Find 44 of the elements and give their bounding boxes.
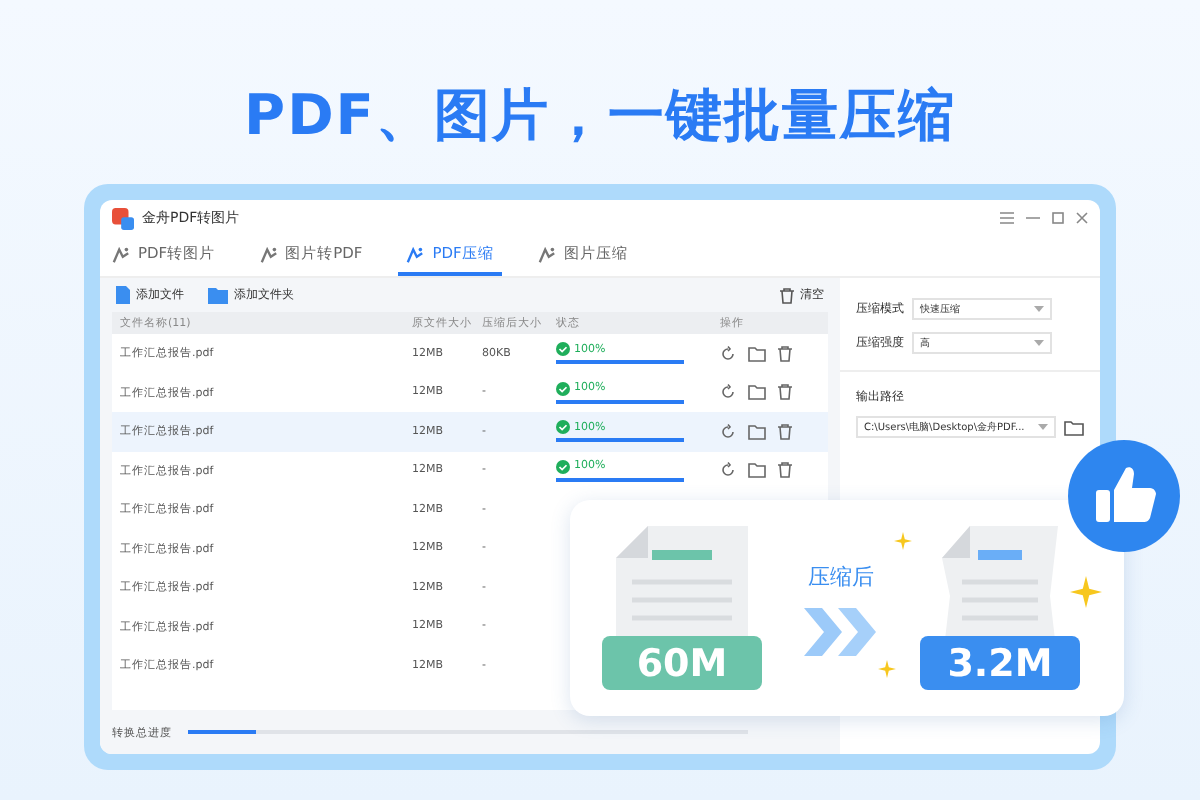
refresh-icon[interactable]: [720, 423, 736, 440]
after-label: 压缩后: [808, 561, 874, 591]
menu-icon[interactable]: [1000, 212, 1014, 224]
trash-icon: [780, 287, 794, 303]
folder-icon: [208, 287, 228, 303]
check-icon: [556, 381, 570, 396]
progress-bar: [556, 477, 684, 482]
refresh-icon[interactable]: [720, 462, 736, 479]
delete-icon[interactable]: [778, 462, 792, 479]
caret-icon: [1034, 340, 1044, 346]
folder-icon[interactable]: [748, 462, 766, 479]
zigzag-icon: [112, 245, 130, 263]
check-icon: [556, 342, 570, 357]
sparkle-icon: [1070, 576, 1102, 608]
size-label: 60M: [602, 636, 762, 690]
progress-bar: [556, 438, 684, 443]
sparkle-icon: [894, 532, 912, 550]
refresh-icon[interactable]: [720, 345, 736, 362]
folder-icon[interactable]: [748, 423, 766, 440]
zigzag-icon: [537, 245, 556, 263]
zigzag-icon: [259, 245, 278, 263]
double-chevron-icon: [803, 607, 879, 655]
close-icon[interactable]: [1076, 212, 1088, 224]
delete-icon[interactable]: [778, 384, 792, 401]
size-label: 3.2M: [920, 636, 1080, 690]
file-icon: [116, 286, 130, 304]
folder-icon[interactable]: [748, 345, 766, 362]
check-icon: [556, 420, 570, 435]
folder-icon[interactable]: [748, 384, 766, 401]
zigzag-icon: [406, 245, 425, 263]
sparkle-icon: [878, 660, 896, 678]
caret-icon: [1034, 306, 1044, 312]
minimize-icon[interactable]: [1026, 212, 1040, 224]
caret-icon: [1038, 424, 1048, 430]
app-logo-icon: [112, 207, 134, 229]
progress-bar: [556, 399, 684, 404]
headline: PDF、图片，一键批量压缩: [242, 80, 958, 152]
refresh-icon[interactable]: [720, 384, 736, 401]
delete-icon[interactable]: [778, 345, 792, 362]
delete-icon[interactable]: [778, 423, 792, 440]
progress-bar: [556, 360, 684, 365]
maximize-icon[interactable]: [1052, 212, 1064, 224]
check-icon: [556, 459, 570, 474]
folder-icon[interactable]: [1064, 419, 1084, 435]
